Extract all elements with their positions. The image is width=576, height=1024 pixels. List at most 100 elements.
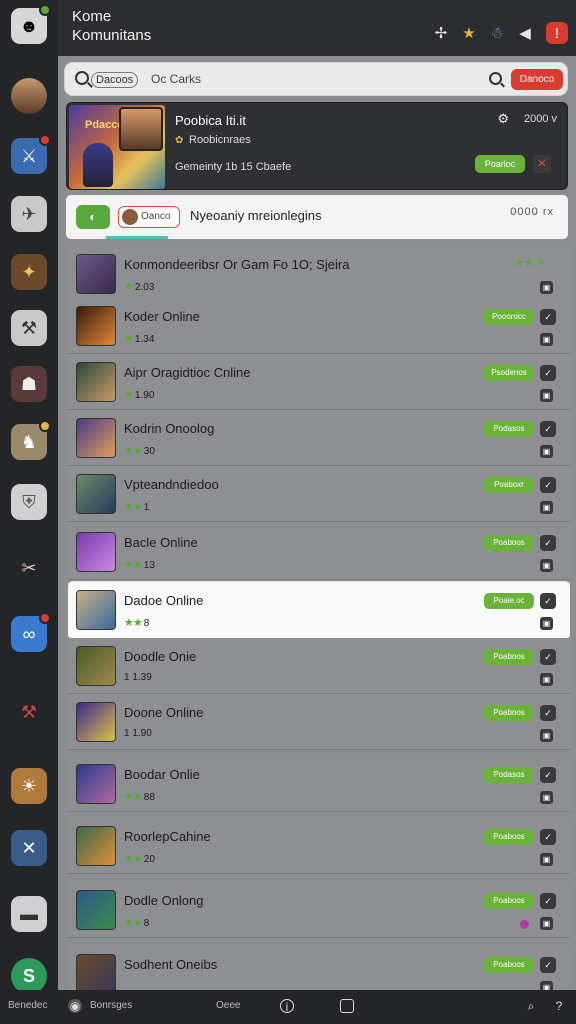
tank-icon[interactable]: ▬ bbox=[11, 896, 47, 932]
menu-icon[interactable]: ▣ bbox=[540, 501, 553, 514]
play-button[interactable]: Pooorocc bbox=[484, 309, 534, 325]
menu-icon[interactable]: ▣ bbox=[540, 445, 553, 458]
menu-icon[interactable]: ▣ bbox=[540, 281, 553, 294]
game-thumbnail[interactable] bbox=[76, 764, 116, 804]
hammer-icon[interactable]: ⚒ bbox=[11, 694, 47, 730]
menu-icon[interactable]: ▣ bbox=[540, 673, 553, 686]
check-icon[interactable]: ✓ bbox=[540, 767, 556, 783]
squad-icon[interactable]: ♞ bbox=[11, 420, 51, 460]
sparkle-icon[interactable]: ✢ bbox=[430, 22, 452, 44]
check-icon[interactable]: ✓ bbox=[540, 829, 556, 845]
settings-icon[interactable]: ⚙ bbox=[497, 111, 509, 127]
notice-user-pill[interactable]: Oanco bbox=[118, 206, 180, 228]
play-button[interactable]: Poaboos bbox=[484, 829, 534, 845]
play-button[interactable]: Poaie.oc bbox=[484, 593, 534, 609]
game-thumbnail[interactable] bbox=[76, 590, 116, 630]
list-item[interactable]: RoorlepCahine ★★ 20 Poaboos ✓ ▣ bbox=[68, 818, 570, 874]
list-item[interactable]: Doone Online 1 1.90 Poaboos ✓ ▣ bbox=[68, 694, 570, 750]
search-filter-chip[interactable]: Dacoos bbox=[91, 72, 139, 88]
check-icon[interactable]: ✓ bbox=[540, 593, 556, 609]
play-button[interactable]: Poaboos bbox=[484, 649, 534, 665]
menu-icon[interactable]: ▣ bbox=[540, 981, 553, 990]
sword-game-icon[interactable]: ⚔ bbox=[11, 134, 51, 174]
list-item[interactable]: Boodar Onlie ★★ 88 Podasos ✓ ▣ bbox=[68, 756, 570, 812]
search-action-button[interactable]: Danoco bbox=[511, 69, 563, 90]
search-bottom-icon[interactable]: ⌕ bbox=[524, 999, 538, 1013]
send-icon[interactable]: ◀ bbox=[514, 22, 536, 44]
search-submit-icon[interactable] bbox=[489, 72, 502, 85]
featured-card[interactable]: Pdaccc Poobica Iti.it Roobicnraes ✿ Geme… bbox=[66, 102, 568, 190]
bottom-left-label[interactable]: Benedec bbox=[8, 1000, 47, 1011]
wrench-icon[interactable]: ⚒ bbox=[11, 310, 47, 346]
play-button[interactable]: Poaboxr bbox=[484, 477, 534, 493]
bird-icon[interactable]: ✈ bbox=[11, 196, 47, 232]
scissors-icon[interactable]: ✂ bbox=[11, 550, 47, 586]
list-item[interactable]: Sodhent Oneibs Poaboos ✓ ▣ bbox=[68, 946, 570, 990]
play-button[interactable]: Poaboos bbox=[484, 535, 534, 551]
square-icon[interactable] bbox=[340, 999, 354, 1013]
list-item[interactable]: Kodrin Onoolog ★★ 30 Podasos ✓ ▣ bbox=[68, 410, 570, 466]
game-thumbnail[interactable] bbox=[76, 254, 116, 294]
list-item[interactable]: Dadoe Online ★★ 8 Poaie.oc ✓ ▣ bbox=[68, 582, 570, 638]
shield-icon[interactable]: ⛨ bbox=[11, 484, 47, 520]
game-thumbnail[interactable] bbox=[76, 306, 116, 346]
list-item[interactable]: Aipr Oragidtioc Cnline ★ 1.90 Psodenos ✓ ▣ bbox=[68, 354, 570, 410]
game-thumbnail[interactable] bbox=[76, 474, 116, 514]
list-item[interactable]: Vpteandndiedoo ★★ 1 Poaboxr ✓ ▣ bbox=[68, 466, 570, 522]
menu-icon[interactable]: ▣ bbox=[540, 559, 553, 572]
globe-icon[interactable]: ◉ bbox=[68, 999, 82, 1013]
search-bar[interactable]: Dacoos Oc Carks Danoco bbox=[64, 62, 568, 96]
game-thumbnail[interactable] bbox=[76, 418, 116, 458]
list-item[interactable]: Dodle Onlong ★★ 8 Poaboos ✓ ▣ bbox=[68, 882, 570, 938]
game-thumbnail[interactable] bbox=[76, 702, 116, 742]
play-button[interactable]: Poaboos bbox=[484, 957, 534, 973]
check-icon[interactable]: ✓ bbox=[540, 309, 556, 325]
check-icon[interactable]: ✓ bbox=[540, 893, 556, 909]
menu-icon[interactable]: ▣ bbox=[540, 729, 553, 742]
notice-action-icon[interactable]: ◐ bbox=[76, 205, 110, 229]
menu-icon[interactable]: ▣ bbox=[540, 791, 553, 804]
top-stars[interactable]: ★★ ✕ bbox=[514, 256, 546, 269]
game-thumbnail[interactable] bbox=[76, 532, 116, 572]
game-thumbnail[interactable] bbox=[76, 954, 116, 990]
game-thumbnail[interactable] bbox=[76, 362, 116, 402]
menu-icon[interactable]: ▣ bbox=[540, 853, 553, 866]
check-icon[interactable]: ✓ bbox=[540, 705, 556, 721]
bottom-tab-2[interactable]: Oeee bbox=[216, 1000, 240, 1011]
menu-icon[interactable]: ▣ bbox=[540, 617, 553, 630]
game-thumbnail[interactable] bbox=[76, 826, 116, 866]
menu-icon[interactable]: ▣ bbox=[540, 333, 553, 346]
bottom-games-tab[interactable]: Bonrsges bbox=[90, 1000, 132, 1011]
check-icon[interactable]: ✓ bbox=[540, 365, 556, 381]
menu-icon[interactable]: ▣ bbox=[540, 389, 553, 402]
dragon-icon[interactable]: ✦ bbox=[11, 254, 47, 290]
notification-icon[interactable]: ! bbox=[546, 22, 568, 44]
check-icon[interactable]: ✓ bbox=[540, 477, 556, 493]
list-item[interactable]: Koder Online ★ 1.34 Pooorocc ✓ ▣ bbox=[68, 298, 570, 354]
list-item[interactable]: Bacle Online ★★ 13 Poaboos ✓ ▣ bbox=[68, 524, 570, 580]
check-icon[interactable]: ✓ bbox=[540, 649, 556, 665]
user-avatar[interactable] bbox=[11, 78, 47, 114]
fire-icon[interactable]: ☀ bbox=[11, 768, 47, 804]
spear-icon[interactable]: ✕ bbox=[11, 830, 47, 866]
game-thumbnail[interactable] bbox=[76, 646, 116, 686]
warrior-icon[interactable]: ☗ bbox=[11, 366, 47, 402]
featured-play-button[interactable]: Poarloc bbox=[475, 155, 525, 173]
list-item[interactable]: Konmondeeribsr Or Gam Fo 1O; Sjeira ★ 2.0… bbox=[68, 246, 570, 302]
play-button[interactable]: Psodenos bbox=[484, 365, 534, 381]
play-button[interactable]: Poaboos bbox=[484, 893, 534, 909]
game-thumbnail[interactable] bbox=[76, 890, 116, 930]
trophy-icon[interactable]: ★ bbox=[458, 22, 480, 44]
check-icon[interactable]: ✓ bbox=[540, 421, 556, 437]
check-icon[interactable]: ✓ bbox=[540, 535, 556, 551]
check-icon[interactable]: ✓ bbox=[540, 957, 556, 973]
play-button[interactable]: Podasos bbox=[484, 767, 534, 783]
featured-close-icon[interactable]: ✕ bbox=[533, 155, 551, 173]
menu-icon[interactable]: ▣ bbox=[540, 917, 553, 930]
group-icon[interactable]: ☃ bbox=[486, 22, 508, 44]
green-app-icon[interactable]: S bbox=[11, 958, 47, 994]
featured-dropdown[interactable]: 2000 v bbox=[524, 113, 557, 125]
play-button[interactable]: Podasos bbox=[484, 421, 534, 437]
play-button[interactable]: Poaboos bbox=[484, 705, 534, 721]
help-icon[interactable]: ? bbox=[552, 999, 566, 1013]
